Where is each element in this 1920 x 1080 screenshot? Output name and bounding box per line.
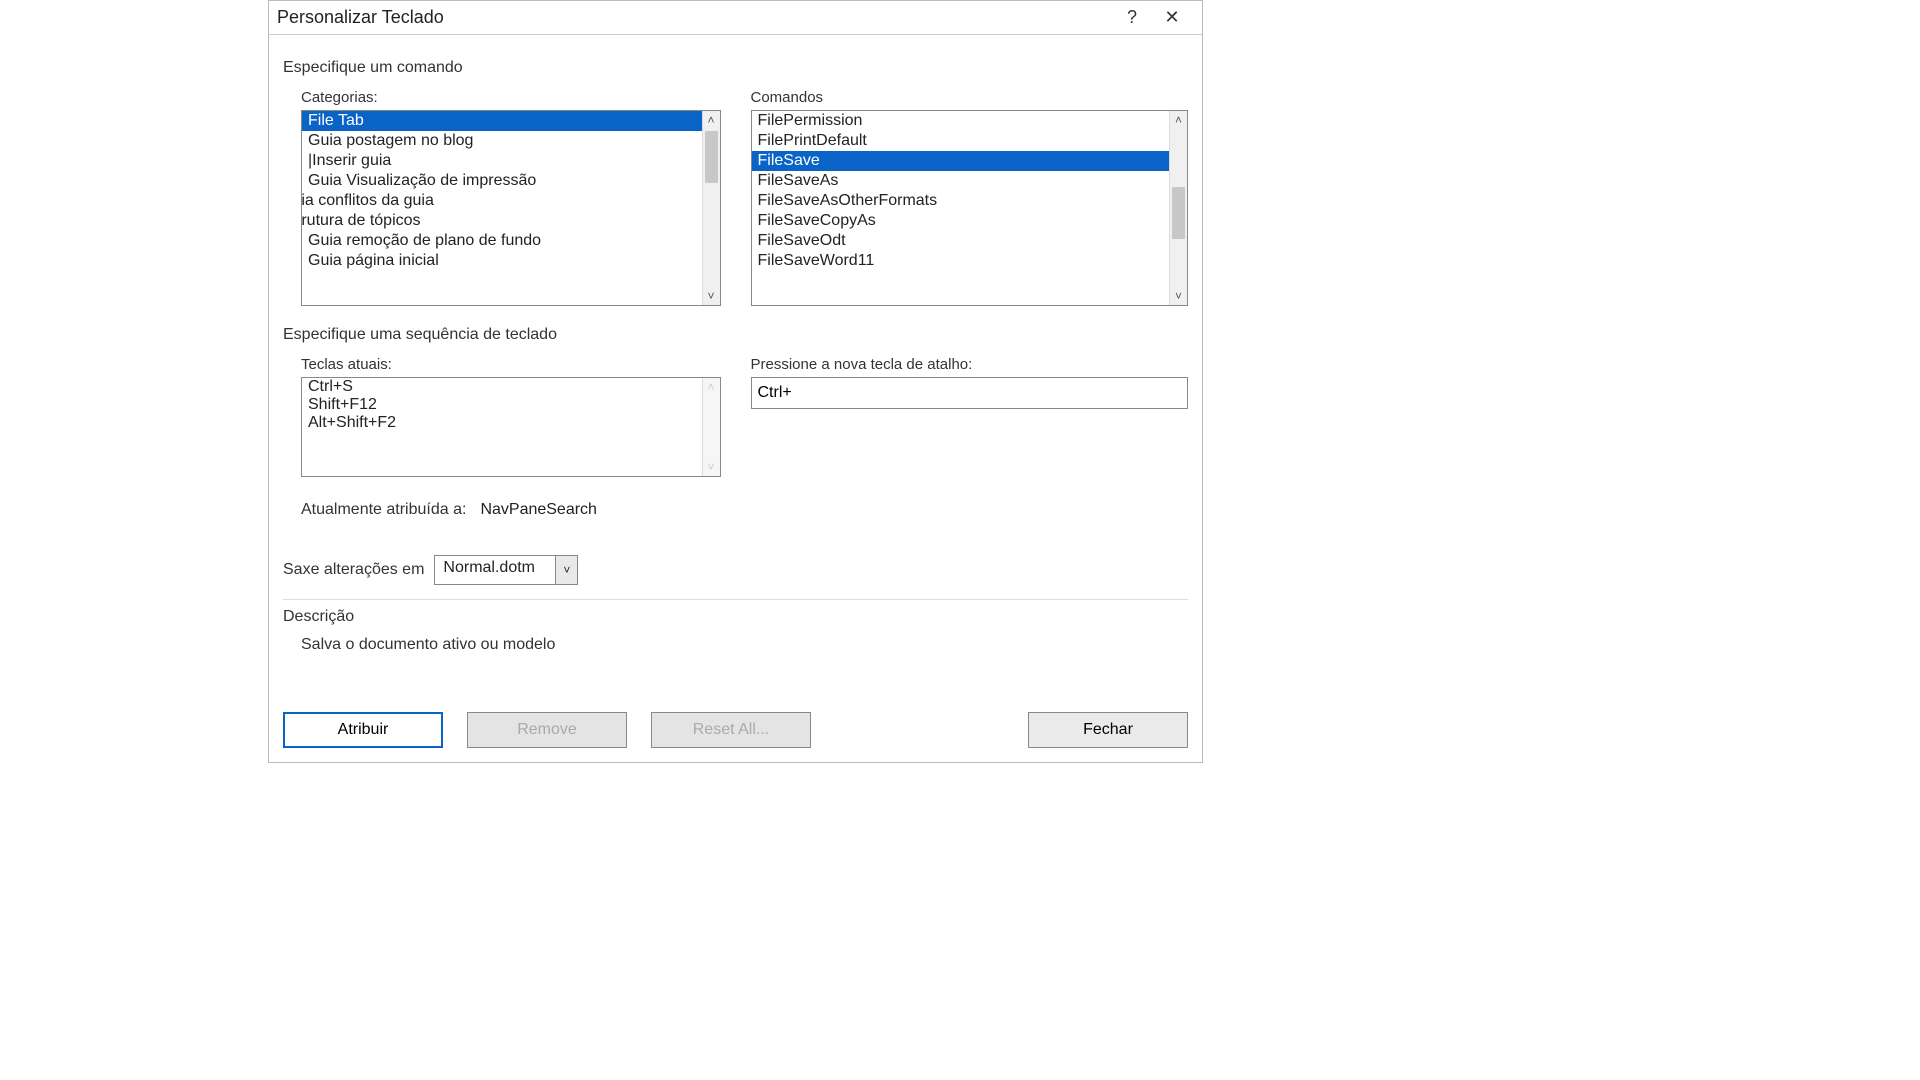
scroll-track bbox=[703, 396, 720, 458]
currently-assigned-label: Atualmente atribuída a: bbox=[301, 501, 466, 519]
description-text: Salva o documento ativo ou modelo bbox=[301, 636, 1188, 654]
close-button[interactable]: Fechar bbox=[1028, 712, 1188, 748]
list-item[interactable]: Guia conflitos da guia bbox=[302, 191, 702, 211]
list-item[interactable]: FileSaveOdt bbox=[752, 231, 1170, 251]
list-item[interactable]: Shift+F12 bbox=[302, 396, 702, 414]
save-in-combo[interactable]: Normal.dotm ˅ bbox=[434, 555, 578, 585]
list-item[interactable]: Guia página inicial bbox=[302, 251, 702, 271]
separator bbox=[283, 599, 1188, 600]
description-label: Descrição bbox=[283, 608, 1188, 626]
titlebar: Personalizar Teclado ? ✕ bbox=[269, 1, 1202, 35]
categories-column: Categorias: File TabGuia postagem no blo… bbox=[283, 85, 721, 306]
list-item[interactable]: FileSaveWord11 bbox=[752, 251, 1170, 271]
button-row: Atribuir Remove Reset All... Fechar bbox=[283, 712, 1188, 748]
chevron-down-icon[interactable]: ˅ bbox=[555, 556, 577, 584]
scroll-down-icon[interactable]: ˅ bbox=[1170, 287, 1187, 305]
customize-keyboard-dialog: Personalizar Teclado ? ✕ Especifique um … bbox=[268, 0, 1203, 763]
list-item[interactable]: Guia remoção de plano de fundo bbox=[302, 231, 702, 251]
list-item[interactable]: estrutura de tópicos bbox=[302, 211, 702, 231]
commands-listbox[interactable]: FilePermissionFilePrintDefaultFileSaveFi… bbox=[751, 110, 1189, 306]
categories-listbox[interactable]: File TabGuia postagem no blog|Inserir gu… bbox=[301, 110, 721, 306]
save-in-value: Normal.dotm bbox=[435, 556, 555, 584]
list-item[interactable]: File Tab bbox=[302, 111, 702, 131]
scroll-up-icon: ˄ bbox=[703, 378, 720, 396]
list-item[interactable]: FilePrintDefault bbox=[752, 131, 1170, 151]
list-item[interactable]: FilePermission bbox=[752, 111, 1170, 131]
categories-label: Categorias: bbox=[301, 89, 721, 106]
specify-command-label: Especifique um comando bbox=[283, 59, 1188, 77]
dialog-title: Personalizar Teclado bbox=[277, 7, 1112, 28]
list-item[interactable]: Guia postagem no blog bbox=[302, 131, 702, 151]
list-item[interactable]: Alt+Shift+F2 bbox=[302, 414, 702, 432]
save-in-row: Saxe alterações em Normal.dotm ˅ bbox=[283, 555, 1188, 585]
command-row: Categorias: File TabGuia postagem no blo… bbox=[283, 85, 1188, 306]
list-item[interactable]: FileSaveCopyAs bbox=[752, 211, 1170, 231]
scroll-up-icon[interactable]: ˄ bbox=[1170, 111, 1187, 129]
scroll-track[interactable] bbox=[703, 129, 720, 287]
scroll-thumb[interactable] bbox=[1172, 187, 1185, 239]
commands-column: Comandos FilePermissionFilePrintDefaultF… bbox=[751, 85, 1189, 306]
scroll-up-icon[interactable]: ˄ bbox=[703, 111, 720, 129]
assign-button[interactable]: Atribuir bbox=[283, 712, 443, 748]
new-shortcut-input[interactable] bbox=[751, 377, 1189, 409]
list-item[interactable]: FileSaveAs bbox=[752, 171, 1170, 191]
scroll-thumb[interactable] bbox=[705, 131, 718, 183]
list-item[interactable]: Guia Visualização de impressão bbox=[302, 171, 702, 191]
close-icon[interactable]: ✕ bbox=[1152, 7, 1192, 28]
scroll-down-icon: ˅ bbox=[703, 458, 720, 476]
list-item[interactable]: FileSaveAsOtherFormats bbox=[752, 191, 1170, 211]
list-item[interactable]: FileSave bbox=[752, 151, 1170, 171]
reset-all-button: Reset All... bbox=[651, 712, 811, 748]
list-item[interactable]: |Inserir guia bbox=[302, 151, 702, 171]
current-keys-column: Teclas atuais: Ctrl+SShift+F12Alt+Shift+… bbox=[283, 352, 721, 477]
remove-button: Remove bbox=[467, 712, 627, 748]
keys-row: Teclas atuais: Ctrl+SShift+F12Alt+Shift+… bbox=[283, 352, 1188, 477]
specify-sequence-label: Especifique uma sequência de teclado bbox=[283, 326, 1188, 344]
press-new-key-label: Pressione a nova tecla de atalho: bbox=[751, 356, 1189, 373]
dialog-content: Especifique um comando Categorias: File … bbox=[269, 35, 1202, 762]
current-keys-label: Teclas atuais: bbox=[301, 356, 721, 373]
help-button[interactable]: ? bbox=[1112, 7, 1152, 28]
commands-scrollbar[interactable]: ˄ ˅ bbox=[1169, 111, 1187, 305]
scroll-down-icon[interactable]: ˅ bbox=[703, 287, 720, 305]
currently-assigned-row: Atualmente atribuída a: NavPaneSearch bbox=[301, 501, 1188, 519]
save-changes-in-label: Saxe alterações em bbox=[283, 561, 424, 579]
commands-label: Comandos bbox=[751, 89, 1189, 106]
categories-scrollbar[interactable]: ˄ ˅ bbox=[702, 111, 720, 305]
list-item[interactable]: Ctrl+S bbox=[302, 378, 702, 396]
current-keys-listbox[interactable]: Ctrl+SShift+F12Alt+Shift+F2 ˄ ˅ bbox=[301, 377, 721, 477]
currentkeys-scrollbar: ˄ ˅ bbox=[702, 378, 720, 476]
currently-assigned-value: NavPaneSearch bbox=[480, 501, 597, 519]
new-key-column: Pressione a nova tecla de atalho: bbox=[751, 352, 1189, 477]
scroll-track[interactable] bbox=[1170, 129, 1187, 287]
